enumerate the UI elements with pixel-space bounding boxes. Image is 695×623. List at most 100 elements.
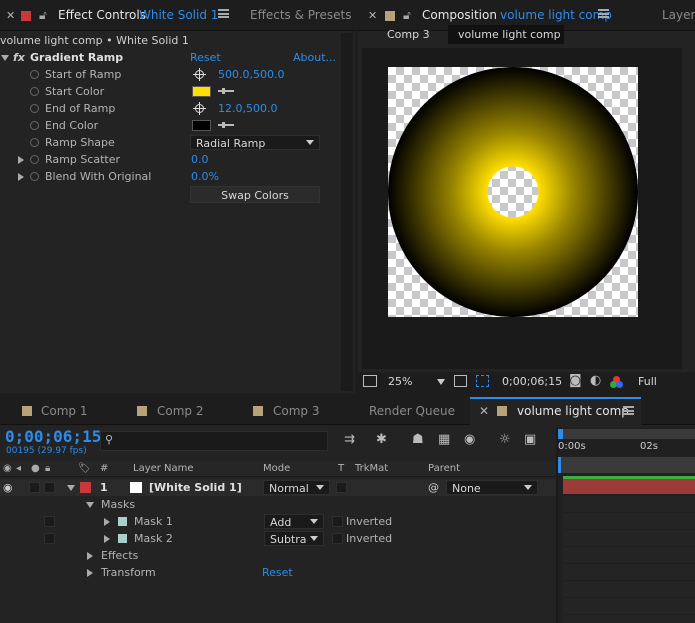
resolution-grid-icon[interactable] xyxy=(454,375,467,387)
blend-value[interactable]: 0.0% xyxy=(191,168,219,185)
close-tab-icon[interactable]: ✕ xyxy=(479,397,489,425)
layer-duration-bar[interactable] xyxy=(563,479,695,494)
panel-menu-icon[interactable] xyxy=(218,9,229,18)
solo-toggle[interactable] xyxy=(29,482,40,493)
close-tab-icon[interactable]: ✕ xyxy=(6,0,15,31)
ramp-shape-dropdown[interactable]: Radial Ramp xyxy=(190,135,320,150)
layer-row[interactable]: ◉ 1 [White Solid 1] Normal @ None xyxy=(0,479,556,496)
nav-item-comp3[interactable]: Comp 3 xyxy=(387,28,430,41)
label-column-icon[interactable]: 🏷︎ xyxy=(78,461,91,477)
layer-search-input[interactable]: ⚲ xyxy=(100,431,328,451)
lock-toggle[interactable] xyxy=(44,482,55,493)
mask-row[interactable]: Mask 1 Add Inverted xyxy=(0,513,556,530)
effect-controls-scrollbar[interactable] xyxy=(341,33,353,391)
current-timecode[interactable]: 0;00;06;15 xyxy=(5,427,101,446)
layer-label-color-icon[interactable] xyxy=(80,482,91,493)
effect-header-row[interactable]: fx Gradient Ramp Reset About... xyxy=(0,49,340,66)
mask-mode-dropdown[interactable]: Subtract xyxy=(264,531,324,546)
time-graph[interactable]: 0:00s 02s xyxy=(558,427,695,623)
work-area-bar[interactable] xyxy=(558,457,695,473)
show-snapshot-icon[interactable]: ◐ xyxy=(590,373,601,388)
stopwatch-icon[interactable] xyxy=(30,104,39,113)
mask-row[interactable]: Mask 2 Subtract Inverted xyxy=(0,530,556,547)
effects-presets-tab[interactable]: Effects & Presets xyxy=(250,0,351,31)
fx-icon[interactable]: fx xyxy=(13,49,25,66)
tab-comp3[interactable]: Comp 3 xyxy=(273,397,319,425)
effects-row[interactable]: Effects xyxy=(0,547,556,564)
lock-column-icon[interactable]: 🔒︎ xyxy=(45,461,50,477)
camera-icon[interactable]: ◙ xyxy=(569,373,582,388)
comp-viewport[interactable] xyxy=(362,48,682,369)
brainstorm-icon[interactable]: ▣ xyxy=(524,432,536,447)
mask-color-icon[interactable] xyxy=(118,534,127,543)
current-time-indicator[interactable] xyxy=(558,457,561,473)
start-color-swatch[interactable] xyxy=(192,86,211,97)
collapse-icon[interactable] xyxy=(67,485,75,491)
channel-icon[interactable] xyxy=(610,376,623,389)
expand-icon[interactable] xyxy=(18,156,24,164)
always-preview-icon[interactable] xyxy=(363,375,377,387)
col-parent[interactable]: Parent xyxy=(428,461,460,477)
draft-3d-icon[interactable]: ✱ xyxy=(376,432,387,447)
inverted-checkbox[interactable] xyxy=(332,516,343,527)
stopwatch-icon[interactable] xyxy=(30,87,39,96)
tab-render-queue[interactable]: Render Queue xyxy=(369,397,455,425)
parent-dropdown[interactable]: None xyxy=(446,480,538,495)
masks-row[interactable]: Masks xyxy=(0,496,556,513)
tab-comp1[interactable]: Comp 1 xyxy=(41,397,87,425)
expand-icon[interactable] xyxy=(104,518,110,526)
tab-active-comp[interactable]: ✕ volume light comp xyxy=(470,397,641,425)
expand-icon[interactable] xyxy=(87,552,93,560)
stopwatch-icon[interactable] xyxy=(30,172,39,181)
motion-blur-icon[interactable]: ◉ xyxy=(464,432,475,447)
comp-mini-flowchart-icon[interactable]: ⇉ xyxy=(344,432,355,447)
zoom-value[interactable]: 25% xyxy=(388,375,412,388)
layer-mode-dropdown[interactable]: Normal xyxy=(263,480,330,495)
nav-item-active[interactable]: volume light comp xyxy=(448,25,564,44)
col-trkmat[interactable]: TrkMat xyxy=(355,461,388,477)
effect-controls-tab[interactable]: Effect Controls xyxy=(58,0,146,31)
expand-icon[interactable] xyxy=(104,535,110,543)
stopwatch-icon[interactable] xyxy=(30,70,39,79)
layer-name[interactable]: [White Solid 1] xyxy=(149,479,242,496)
expand-icon[interactable] xyxy=(18,173,24,181)
lock-toggle[interactable] xyxy=(44,516,55,527)
stopwatch-icon[interactable] xyxy=(30,121,39,130)
tab-comp2[interactable]: Comp 2 xyxy=(157,397,203,425)
time-navigator[interactable] xyxy=(558,429,695,439)
crosshair-icon[interactable] xyxy=(193,68,206,81)
ramp-scatter-value[interactable]: 0.0 xyxy=(191,151,209,168)
effect-controls-layer-name[interactable]: White Solid 1 xyxy=(139,0,218,31)
eyedropper-icon[interactable] xyxy=(218,122,234,128)
tab-volume-light-comp[interactable]: volume light comp xyxy=(517,397,629,425)
panel-menu-icon[interactable] xyxy=(623,406,634,415)
shy-layers-icon[interactable]: ☗ xyxy=(412,432,424,447)
mask-mode-dropdown[interactable]: Add xyxy=(264,514,324,529)
time-navigator-start-handle[interactable] xyxy=(558,429,563,439)
mask-name[interactable]: Mask 2 xyxy=(134,530,173,547)
frame-blending-icon[interactable]: ▦ xyxy=(438,432,450,447)
pickwhip-icon[interactable]: @ xyxy=(428,479,439,496)
col-mode[interactable]: Mode xyxy=(263,461,290,477)
mask-color-icon[interactable] xyxy=(118,517,127,526)
comp-timecode[interactable]: 0;00;06;15 xyxy=(502,375,562,388)
col-t[interactable]: T xyxy=(338,461,344,477)
resolution-value[interactable]: Full xyxy=(638,375,657,388)
end-of-ramp-value[interactable]: 12.0,500.0 xyxy=(218,100,277,117)
stopwatch-icon[interactable] xyxy=(30,138,39,147)
panel-menu-icon[interactable] xyxy=(598,9,609,18)
start-of-ramp-value[interactable]: 500.0,500.0 xyxy=(218,66,284,83)
crosshair-icon[interactable] xyxy=(193,102,206,115)
effect-about-link[interactable]: About... xyxy=(293,49,336,66)
inverted-checkbox[interactable] xyxy=(332,533,343,544)
end-color-swatch[interactable] xyxy=(192,120,211,131)
visibility-eye-icon[interactable]: ◉ xyxy=(3,479,13,496)
lock-icon[interactable]: 🔓︎ xyxy=(39,0,47,31)
effect-reset-link[interactable]: Reset xyxy=(190,49,221,66)
lock-toggle[interactable] xyxy=(44,533,55,544)
collapse-icon[interactable] xyxy=(86,502,94,508)
transform-reset-link[interactable]: Reset xyxy=(262,564,293,581)
preserve-transparency-toggle[interactable] xyxy=(336,482,347,493)
region-of-interest-icon[interactable] xyxy=(476,375,489,387)
chevron-down-icon[interactable] xyxy=(437,379,445,385)
